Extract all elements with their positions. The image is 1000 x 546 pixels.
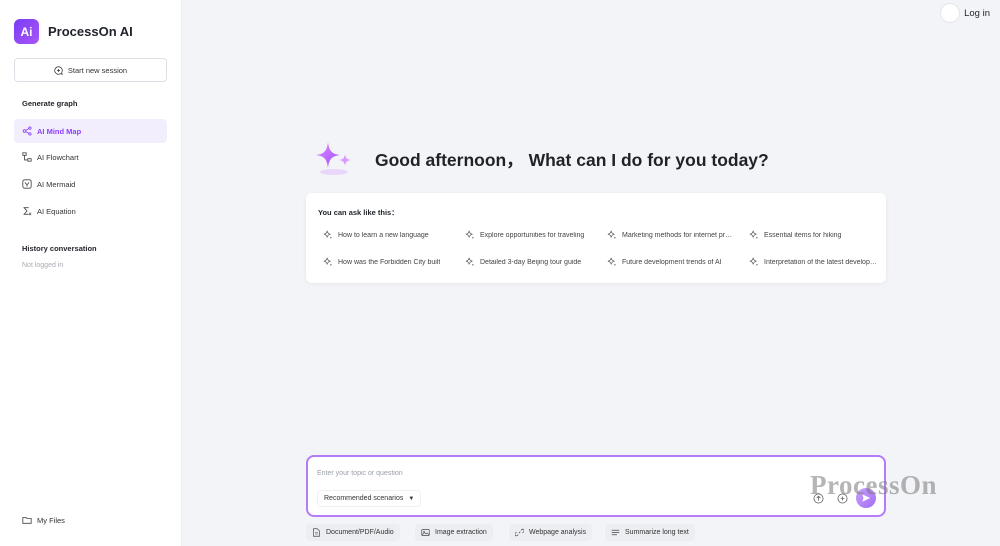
webpage-analysis-chip[interactable]: Webpage analysis — [509, 524, 593, 541]
list-icon — [611, 529, 620, 536]
sparkle-icon — [323, 257, 333, 266]
caret-down-icon: ▼ — [408, 495, 415, 502]
hero: Good afternoon， What can I do for you to… — [314, 138, 769, 180]
sigma-icon — [22, 206, 32, 216]
upload-icon — [813, 493, 823, 503]
suggestion-item[interactable]: Interpretation of the latest development — [749, 254, 877, 270]
sidebar-item-label: AI Equation — [37, 206, 76, 216]
document-pdf-audio-chip[interactable]: Document/PDF/Audio — [306, 524, 400, 541]
history-status: Not logged in — [22, 262, 64, 269]
brand-name: ProcessOn AI — [48, 24, 133, 39]
suggestion-item[interactable]: How was the Forbidden City built — [323, 254, 451, 270]
composer: Recommended scenarios ▼ — [306, 455, 886, 517]
login-button[interactable]: Log in — [940, 3, 990, 23]
login-label: Log in — [964, 7, 990, 19]
mermaid-icon — [22, 179, 32, 189]
start-new-session-label: Start new session — [67, 65, 128, 75]
upload-button[interactable] — [812, 492, 824, 504]
greeting-title: Good afternoon， What can I do for you to… — [375, 149, 769, 170]
recommended-scenarios-select[interactable]: Recommended scenarios ▼ — [317, 490, 422, 507]
ai-sparkle-icon — [314, 138, 356, 180]
scenario-label: Recommended scenarios — [324, 495, 404, 502]
sparkle-icon — [607, 230, 617, 239]
sidebar-item-label: AI Mermaid — [37, 179, 76, 189]
sidebar-item-label: My Files — [37, 515, 65, 525]
suggestion-item[interactable]: How to learn a new language — [323, 227, 451, 243]
suggestion-item[interactable]: Marketing methods for internet products — [607, 227, 735, 243]
folder-icon — [22, 515, 32, 525]
sidebar-item-ai-mermaid[interactable]: AI Mermaid — [14, 172, 167, 196]
sidebar-item-ai-flowchart[interactable]: AI Flowchart — [14, 145, 167, 169]
sidebar-item-my-files[interactable]: My Files — [14, 508, 167, 532]
history-conversation-title: History conversation — [22, 244, 97, 253]
sparkle-icon — [749, 257, 759, 266]
attach-button[interactable] — [836, 492, 848, 504]
sidebar-item-ai-equation[interactable]: AI Equation — [14, 199, 167, 223]
sidebar-item-label: AI Flowchart — [37, 152, 79, 162]
suggestion-item[interactable]: Detailed 3-day Beijing tour guide — [465, 254, 593, 270]
send-icon — [862, 494, 871, 502]
chat-plus-icon — [54, 65, 63, 75]
sparkle-icon — [465, 257, 475, 266]
summarize-long-text-chip[interactable]: Summarize long text — [605, 524, 695, 541]
send-button[interactable] — [856, 488, 876, 508]
document-icon — [313, 528, 320, 537]
sparkle-icon — [465, 230, 475, 239]
start-new-session-button[interactable]: Start new session — [14, 58, 167, 82]
mindmap-icon — [22, 126, 32, 136]
flowchart-icon — [22, 152, 32, 162]
suggestion-item[interactable]: Explore opportunities for traveling — [465, 227, 593, 243]
image-icon — [421, 529, 430, 536]
avatar — [940, 3, 961, 23]
brand[interactable]: Ai ProcessOn AI — [14, 19, 133, 44]
generate-graph-title: Generate graph — [22, 99, 78, 108]
topic-input[interactable] — [317, 466, 797, 480]
sparkle-icon — [749, 230, 759, 239]
image-extraction-chip[interactable]: Image extraction — [415, 524, 493, 541]
sparkle-icon — [607, 257, 617, 266]
attach-icon — [837, 493, 847, 503]
suggestion-item[interactable]: Essential items for hiking — [749, 227, 877, 243]
sparkle-icon — [323, 230, 333, 239]
suggestions-title: You can ask like this： — [318, 208, 399, 217]
sidebar-item-label: AI Mind Map — [37, 126, 82, 136]
processon-logo-icon: Ai — [14, 19, 39, 44]
sidebar: Ai ProcessOn AI Start new session Genera… — [0, 0, 182, 546]
suggestion-item[interactable]: Future development trends of AI — [607, 254, 735, 270]
sidebar-item-ai-mind-map[interactable]: AI Mind Map — [14, 119, 167, 143]
link-icon — [515, 528, 524, 537]
suggestions-card: You can ask like this： How to learn a ne… — [306, 193, 886, 283]
